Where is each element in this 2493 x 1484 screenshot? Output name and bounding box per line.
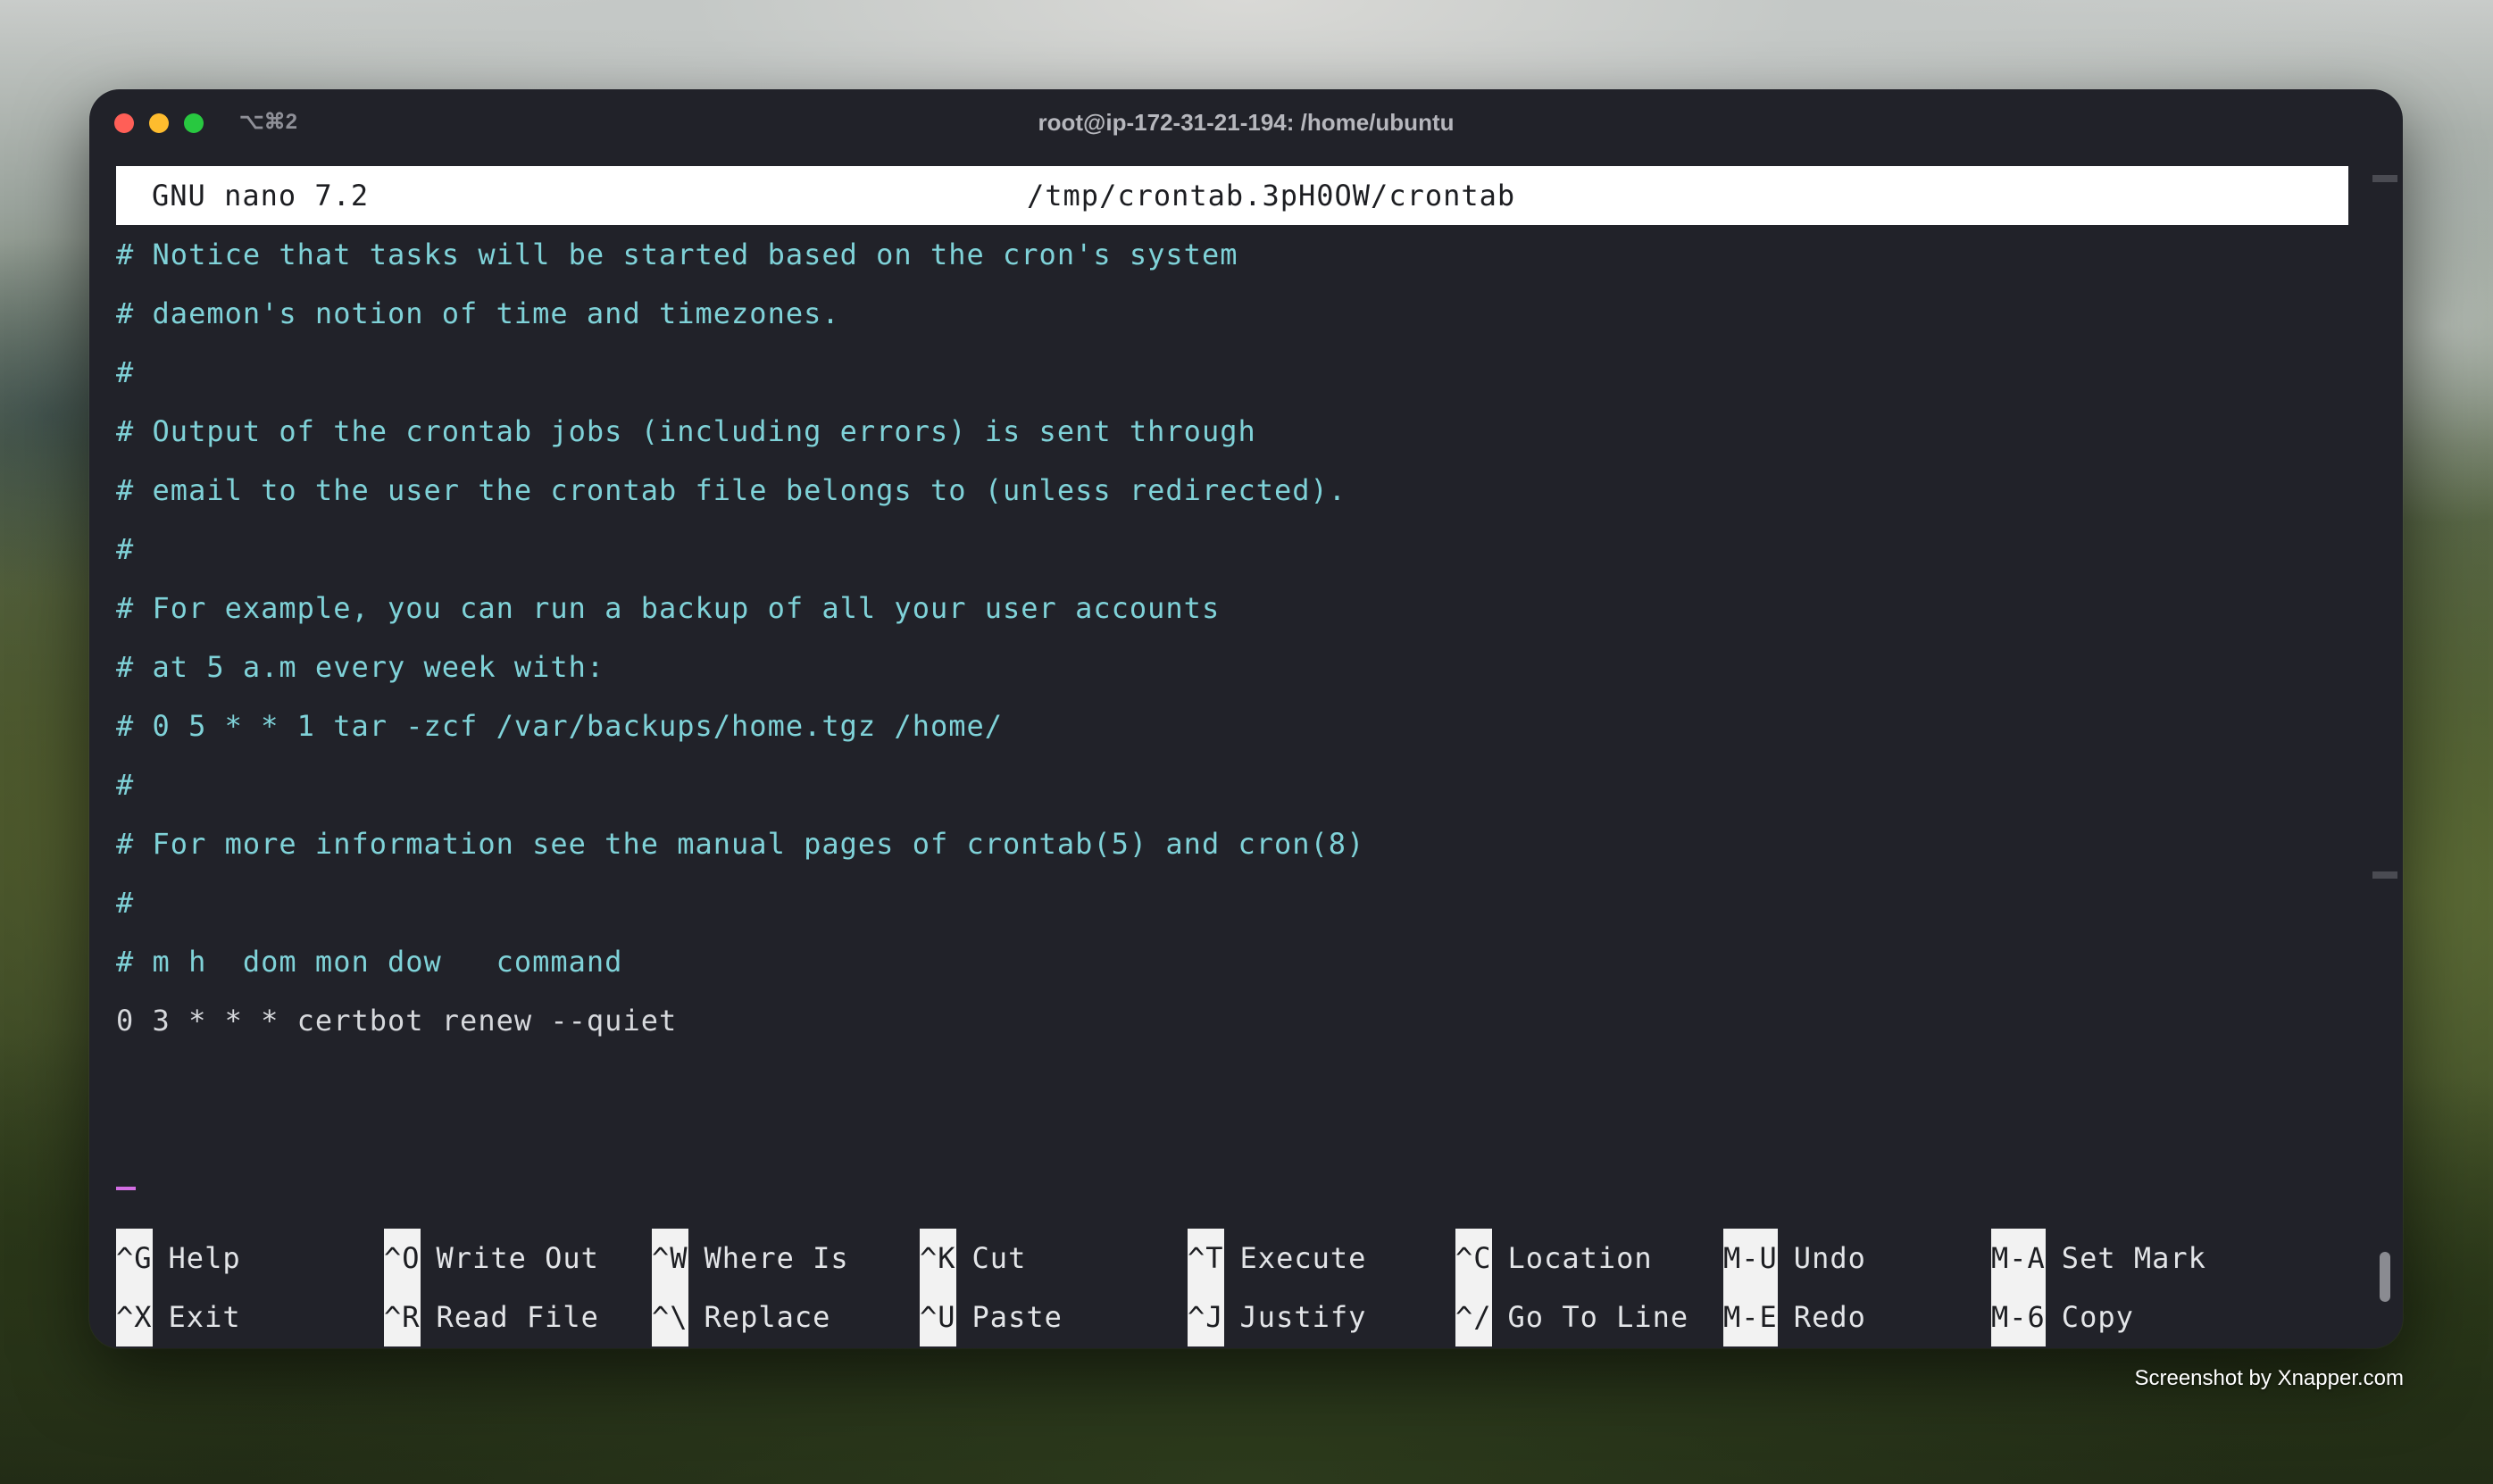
shortcut-read-file[interactable]: ^R Read File [384,1288,599,1346]
shortcut-label: Justify [1239,1300,1367,1334]
nano-version: GNU nano 7.2 [152,179,370,213]
watermark-text: Screenshot by Xnapper.com [2134,1366,2404,1390]
buffer-line[interactable]: # m h dom mon dow command [116,932,622,991]
shortcut-label: Copy [2061,1300,2134,1334]
nano-file-path: /tmp/crontab.3pH0OW/crontab [1027,179,1516,213]
shortcut-key: ^O [384,1229,421,1288]
buffer-line[interactable]: # Output of the crontab jobs (including … [116,402,1256,461]
buffer-line[interactable]: # For example, you can run a backup of a… [116,579,1220,638]
buffer-line[interactable]: # daemon's notion of time and timezones. [116,284,840,343]
nano-header-bar: GNU nano 7.2 /tmp/crontab.3pH0OW/crontab [116,166,2348,225]
shortcut-key: ^X [116,1288,153,1346]
shortcut-go-to-line[interactable]: ^/ Go To Line [1455,1288,1688,1346]
shortcut-key: M-U [1723,1229,1778,1288]
shortcut-set-mark[interactable]: M-A Set Mark [1991,1229,2206,1288]
shortcut-paste[interactable]: ^U Paste [920,1288,1063,1346]
shortcut-replace[interactable]: ^\ Replace [652,1288,830,1346]
shortcut-label: Redo [1793,1300,1866,1334]
shortcut-label: Go To Line [1507,1300,1689,1334]
buffer-line[interactable]: # at 5 a.m every week with: [116,638,604,696]
scroll-marker-top [2372,175,2397,182]
shortcut-key: ^J [1188,1288,1224,1346]
buffer-line-crontab-entry[interactable]: 0 3 * * * certbot renew --quiet [116,991,677,1050]
buffer-line[interactable]: # [116,520,134,579]
shortcut-key: ^/ [1455,1288,1492,1346]
shortcut-label: Exit [168,1300,241,1334]
buffer-line[interactable]: # Notice that tasks will be started base… [116,225,1238,284]
shortcut-key: M-6 [1991,1288,2046,1346]
shortcut-key: ^G [116,1229,153,1288]
shortcut-undo[interactable]: M-U Undo [1723,1229,1866,1288]
shortcut-key: M-E [1723,1288,1778,1346]
shortcut-key: ^K [920,1229,956,1288]
nano-shortcut-bar: ^G Help ^O Write Out ^W Where Is ^K Cut ^T Ex… [116,1229,2348,1348]
shortcut-label: Set Mark [2061,1241,2206,1275]
window-title: root@ip-172-31-21-194: /home/ubuntu [1038,109,1455,136]
shortcut-key: ^R [384,1288,421,1346]
buffer-line[interactable]: # [116,755,134,814]
shortcut-label: Cut [971,1241,1027,1275]
shortcut-write-out[interactable]: ^O Write Out [384,1229,599,1288]
shortcut-label: Write Out [436,1241,599,1275]
shortcut-label: Execute [1239,1241,1367,1275]
shortcut-label: Where Is [704,1241,849,1275]
shortcut-label: Location [1507,1241,1653,1275]
shortcut-label: Undo [1793,1241,1866,1275]
shortcut-key: ^U [920,1288,956,1346]
scroll-marker-mid [2372,871,2397,879]
shortcut-execute[interactable]: ^T Execute [1188,1229,1366,1288]
terminal-content[interactable]: GNU nano 7.2 /tmp/crontab.3pH0OW/crontab… [116,166,2348,1346]
scroll-thumb[interactable] [2380,1252,2390,1302]
buffer-line[interactable]: # For more information see the manual pa… [116,814,1364,873]
buffer-line[interactable]: # email to the user the crontab file bel… [116,461,1347,520]
shortcut-exit[interactable]: ^X Exit [116,1288,241,1346]
shortcut-redo[interactable]: M-E Redo [1723,1288,1866,1346]
shortcut-cut[interactable]: ^K Cut [920,1229,1026,1288]
shortcut-key: ^\ [652,1288,688,1346]
shortcut-label: Help [168,1241,241,1275]
title-bar[interactable]: ⌥⌘2 root@ip-172-31-21-194: /home/ubuntu [89,89,2403,155]
shortcut-label: Read File [436,1300,599,1334]
shortcut-location[interactable]: ^C Location [1455,1229,1653,1288]
shortcut-key: ^T [1188,1229,1224,1288]
terminal-scrollbar[interactable] [2372,175,2397,1318]
shortcut-justify[interactable]: ^J Justify [1188,1288,1366,1346]
shortcut-key: M-A [1991,1229,2046,1288]
text-cursor [116,1187,136,1190]
shortcut-key: ^W [652,1229,688,1288]
shortcut-help[interactable]: ^G Help [116,1229,241,1288]
shortcut-label: Paste [971,1300,1063,1334]
terminal-window[interactable]: ⌥⌘2 root@ip-172-31-21-194: /home/ubuntu … [89,89,2403,1348]
buffer-line[interactable]: # [116,873,134,932]
buffer-line[interactable]: # 0 5 * * 1 tar -zcf /var/backups/home.t… [116,696,1003,755]
shortcut-key: ^C [1455,1229,1492,1288]
buffer-line[interactable]: # [116,343,134,402]
shortcut-label: Replace [704,1300,831,1334]
shortcut-copy[interactable]: M-6 Copy [1991,1288,2134,1346]
shortcut-where-is[interactable]: ^W Where Is [652,1229,849,1288]
